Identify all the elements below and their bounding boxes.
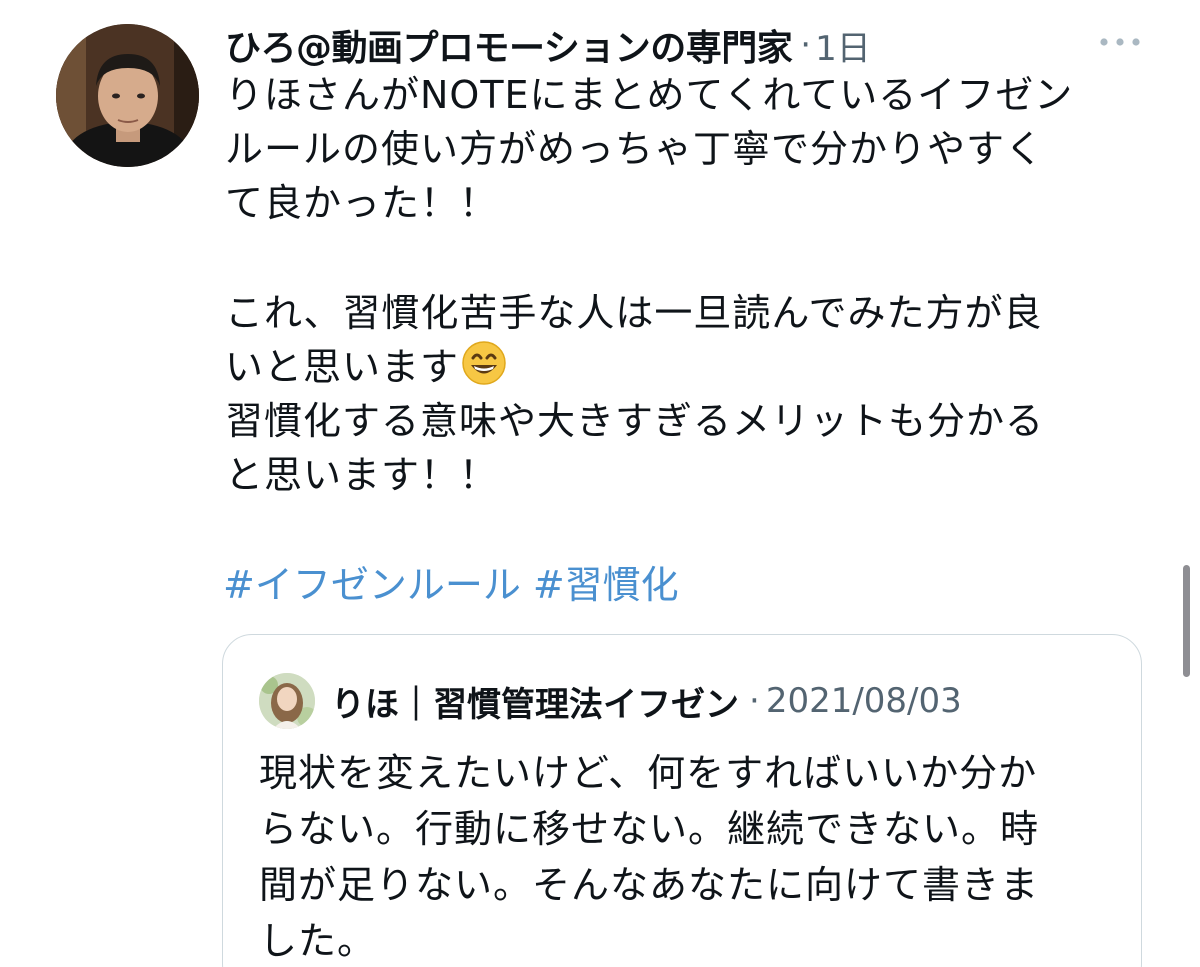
tweet-text-line: りほさんがNOTEにまとめてくれているイフゼン: [225, 73, 1074, 117]
tweet-text-line-with-emoji: いと思います: [225, 340, 1125, 394]
tweet-text-line: これ、習慣化苦手な人は一旦読んでみた方が良: [225, 291, 1043, 335]
quoted-tweet-date: 2021/08/03: [765, 681, 962, 721]
tweet-text-line: と思います！！: [225, 453, 499, 497]
quoted-text-line: らない。行動に移せない。継続できない。時: [259, 807, 1040, 851]
hashtag-list: #イフゼンルール #習慣化: [223, 558, 691, 612]
quoted-text-line: 現状を変えたいけど、何をすればいいか分か: [259, 751, 1038, 795]
quoted-tweet-header: りほ｜習慣管理法イフゼン · 2021/08/03: [331, 675, 962, 727]
author-avatar[interactable]: [56, 24, 199, 167]
tweet-text-blank: [225, 230, 1125, 286]
quoted-author-name[interactable]: りほ｜習慣管理法イフゼン: [331, 677, 739, 726]
more-horizontal-icon[interactable]: [1096, 32, 1144, 52]
hashtag-link[interactable]: #イフゼンルール: [223, 563, 521, 607]
quoted-text-line: した。: [259, 919, 377, 963]
tweet-text: りほさんがNOTEにまとめてくれているイフゼン ルールの使い方がめっちゃ丁寧で分…: [225, 68, 1125, 502]
grinning-face-emoji-icon: [461, 340, 507, 400]
meta-separator: ·: [749, 681, 760, 721]
quoted-tweet-card[interactable]: りほ｜習慣管理法イフゼン · 2021/08/03 現状を変えたいけど、何をすれ…: [222, 634, 1142, 967]
quoted-author-avatar[interactable]: [259, 673, 315, 729]
quoted-text-line: 間が足りない。そんなあなたに向けて書きま: [259, 863, 1040, 907]
author-name[interactable]: ひろ@動画プロモーションの専門家: [225, 19, 793, 71]
meta-separator: ·: [800, 25, 812, 65]
tweet-timestamp[interactable]: 1日: [815, 21, 871, 70]
scrollbar-thumb[interactable]: [1183, 565, 1190, 677]
tweet-text-line: 習慣化する意味や大きすぎるメリットも分かる: [225, 399, 1045, 443]
tweet-header: ひろ@動画プロモーションの専門家 · 1日: [225, 20, 871, 70]
tweet-text-line: て良かった！！: [225, 181, 499, 225]
hashtag-link[interactable]: #習慣化: [533, 563, 679, 607]
tweet-text-line: いと思います: [225, 345, 460, 389]
tweet-text-line: ルールの使い方がめっちゃ丁寧で分かりやすく: [225, 127, 1045, 171]
quoted-tweet-text: 現状を変えたいけど、何をすればいいか分か らない。行動に移せない。継続できない。…: [259, 745, 1119, 967]
